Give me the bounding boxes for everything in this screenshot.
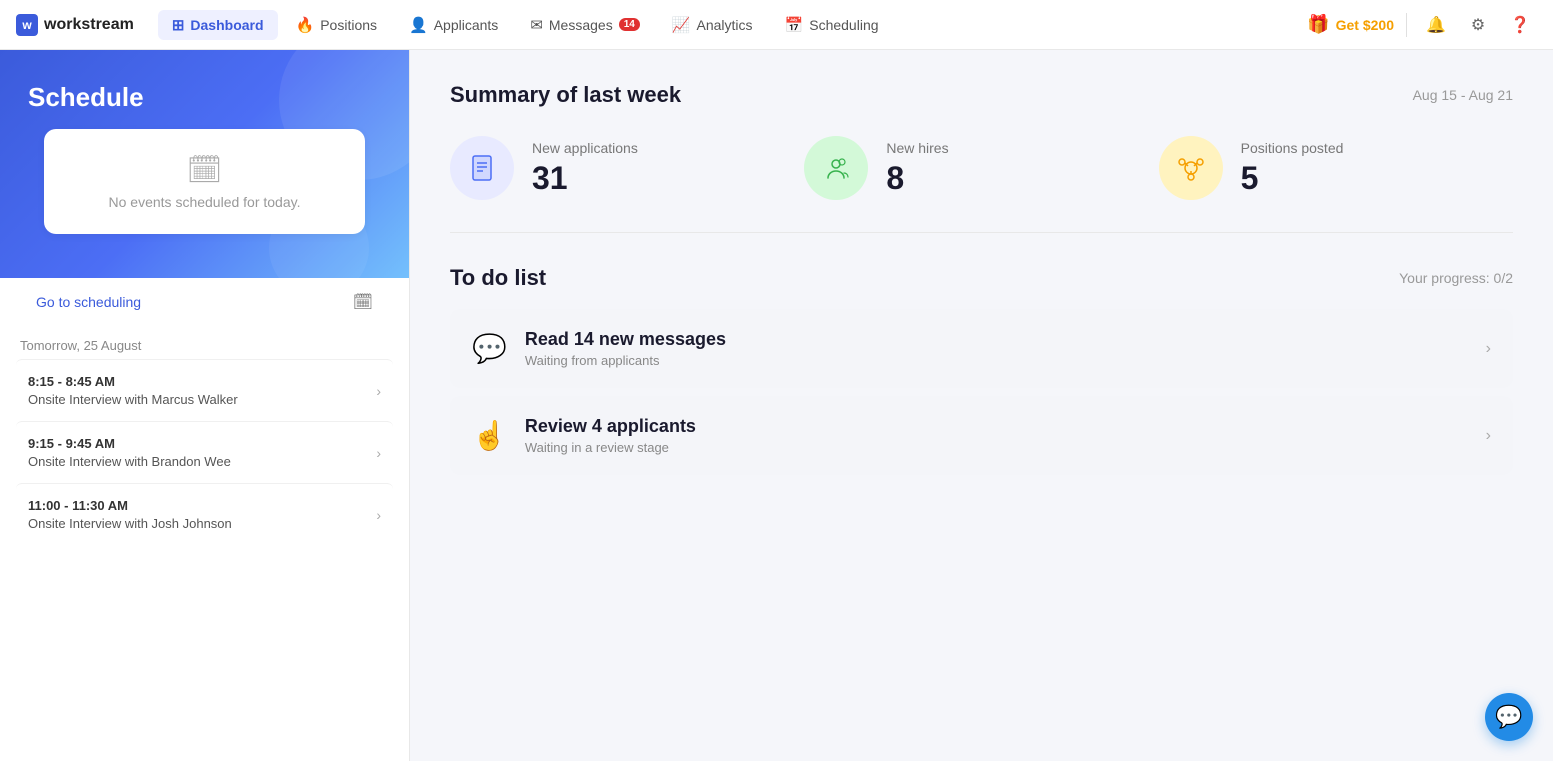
stat-label-hires: New hires <box>886 140 948 156</box>
analytics-icon: 📈 <box>672 16 691 34</box>
stat-new-hires: New hires 8 <box>804 136 1158 200</box>
nav-item-scheduling[interactable]: 📅 Scheduling <box>771 10 893 40</box>
positions-svg <box>1176 153 1206 183</box>
todo-item-messages-content: Read 14 new messages Waiting from applic… <box>525 329 1468 368</box>
todo-review-icon: ☝ <box>472 419 507 452</box>
schedule-title: Schedule <box>28 82 381 113</box>
nav-item-dashboard[interactable]: ⊞ Dashboard <box>158 10 278 40</box>
stat-positions: Positions posted 5 <box>1159 136 1513 200</box>
schedule-item-1-info: 9:15 - 9:45 AM Onsite Interview with Bra… <box>28 436 231 469</box>
schedule-time-2: 11:00 - 11:30 AM <box>28 498 232 513</box>
summary-title: Summary of last week <box>450 82 681 108</box>
messages-badge: 14 <box>619 18 640 31</box>
brand-icon: w <box>16 14 38 36</box>
messages-icon: ✉ <box>530 16 543 34</box>
stat-icon-hires <box>804 136 868 200</box>
calendar-icon: 🗓 <box>187 153 223 186</box>
stat-text-positions: Positions posted 5 <box>1241 140 1344 197</box>
settings-button[interactable]: ⚙ <box>1461 8 1495 42</box>
schedule-desc-0: Onsite Interview with Marcus Walker <box>28 392 238 407</box>
nav-items: ⊞ Dashboard 🔥 Positions 👤 Applicants ✉ M… <box>158 10 1307 40</box>
goto-scheduling-label: Go to scheduling <box>36 294 141 310</box>
chevron-icon-1: › <box>376 445 381 461</box>
nav-item-positions[interactable]: 🔥 Positions <box>282 10 392 40</box>
todo-items-list: 💬 Read 14 new messages Waiting from appl… <box>450 309 1513 475</box>
schedule-time-0: 8:15 - 8:45 AM <box>28 374 238 389</box>
stat-value-hires: 8 <box>886 160 948 197</box>
chevron-icon-2: › <box>376 507 381 523</box>
hires-svg <box>821 153 851 183</box>
nav-item-analytics[interactable]: 📈 Analytics <box>658 10 767 40</box>
stat-value-applications: 31 <box>532 160 638 197</box>
schedule-desc-1: Onsite Interview with Brandon Wee <box>28 454 231 469</box>
todo-item-messages-sub: Waiting from applicants <box>525 353 1468 368</box>
nav-label-positions: Positions <box>320 17 377 33</box>
gift-icon: 🎁 <box>1307 14 1329 35</box>
todo-item-messages[interactable]: 💬 Read 14 new messages Waiting from appl… <box>450 309 1513 388</box>
schedule-header: Schedule 🗓 No events scheduled for today… <box>0 50 409 278</box>
stats-row: New applications 31 New hires 8 <box>450 136 1513 233</box>
stat-new-applications: New applications 31 <box>450 136 804 200</box>
tomorrow-label: Tomorrow, 25 August <box>0 326 409 359</box>
applicants-icon: 👤 <box>409 16 428 34</box>
nav-label-applicants: Applicants <box>434 17 499 33</box>
scheduling-icon: 📅 <box>785 16 804 34</box>
goto-cal-icon: 🗓 <box>353 292 373 312</box>
help-button[interactable]: ❓ <box>1503 8 1537 42</box>
schedule-item-2[interactable]: 11:00 - 11:30 AM Onsite Interview with J… <box>16 483 393 545</box>
summary-date: Aug 15 - Aug 21 <box>1413 87 1513 103</box>
schedule-item-0[interactable]: 8:15 - 8:45 AM Onsite Interview with Mar… <box>16 359 393 421</box>
stat-label-applications: New applications <box>532 140 638 156</box>
top-navigation: w workstream ⊞ Dashboard 🔥 Positions 👤 A… <box>0 0 1553 50</box>
main-layout: Schedule 🗓 No events scheduled for today… <box>0 50 1553 761</box>
schedule-desc-2: Onsite Interview with Josh Johnson <box>28 516 232 531</box>
schedule-items-list: 8:15 - 8:45 AM Onsite Interview with Mar… <box>0 359 409 545</box>
schedule-item-0-info: 8:15 - 8:45 AM Onsite Interview with Mar… <box>28 374 238 407</box>
todo-item-review-title: Review 4 applicants <box>525 416 1468 437</box>
stat-value-positions: 5 <box>1241 160 1344 197</box>
todo-item-review[interactable]: ☝ Review 4 applicants Waiting in a revie… <box>450 396 1513 475</box>
todo-header: To do list Your progress: 0/2 <box>450 265 1513 291</box>
nav-label-scheduling: Scheduling <box>809 17 878 33</box>
brand-logo-area[interactable]: w workstream <box>16 14 134 36</box>
nav-item-messages[interactable]: ✉ Messages 14 <box>516 10 654 40</box>
nav-item-applicants[interactable]: 👤 Applicants <box>395 10 512 40</box>
todo-item-review-content: Review 4 applicants Waiting in a review … <box>525 416 1468 455</box>
todo-review-chevron: › <box>1486 427 1491 445</box>
chevron-icon-0: › <box>376 383 381 399</box>
notifications-button[interactable]: 🔔 <box>1419 8 1453 42</box>
todo-messages-icon: 💬 <box>472 332 507 365</box>
todo-messages-chevron: › <box>1486 340 1491 358</box>
dashboard-icon: ⊞ <box>172 16 185 34</box>
content-area: Summary of last week Aug 15 - Aug 21 New… <box>410 50 1553 761</box>
nav-label-analytics: Analytics <box>697 17 753 33</box>
stat-icon-positions <box>1159 136 1223 200</box>
nav-label-dashboard: Dashboard <box>190 17 263 33</box>
nav-divider <box>1406 13 1407 37</box>
applications-svg <box>467 153 497 183</box>
todo-item-review-sub: Waiting in a review stage <box>525 440 1468 455</box>
no-events-text: No events scheduled for today. <box>109 194 301 210</box>
nav-label-messages: Messages <box>549 17 613 33</box>
positions-icon: 🔥 <box>296 16 315 34</box>
stat-text-applications: New applications 31 <box>532 140 638 197</box>
sidebar: Schedule 🗓 No events scheduled for today… <box>0 50 410 761</box>
topnav-right: 🎁 Get $200 🔔 ⚙ ❓ <box>1307 8 1537 42</box>
stat-icon-applications <box>450 136 514 200</box>
goto-scheduling-button[interactable]: Go to scheduling 🗓 <box>16 282 393 322</box>
summary-header: Summary of last week Aug 15 - Aug 21 <box>450 82 1513 108</box>
no-events-card: 🗓 No events scheduled for today. <box>44 129 365 234</box>
schedule-item-2-info: 11:00 - 11:30 AM Onsite Interview with J… <box>28 498 232 531</box>
schedule-time-1: 9:15 - 9:45 AM <box>28 436 231 451</box>
reward-label: Get $200 <box>1336 17 1394 33</box>
stat-text-hires: New hires 8 <box>886 140 948 197</box>
todo-progress: Your progress: 0/2 <box>1399 270 1513 286</box>
brand-name: workstream <box>44 16 134 34</box>
stat-label-positions: Positions posted <box>1241 140 1344 156</box>
schedule-item-1[interactable]: 9:15 - 9:45 AM Onsite Interview with Bra… <box>16 421 393 483</box>
todo-title: To do list <box>450 265 546 291</box>
todo-item-messages-title: Read 14 new messages <box>525 329 1468 350</box>
reward-button[interactable]: 🎁 Get $200 <box>1307 14 1394 35</box>
chat-bubble-button[interactable]: 💬 <box>1485 693 1533 741</box>
